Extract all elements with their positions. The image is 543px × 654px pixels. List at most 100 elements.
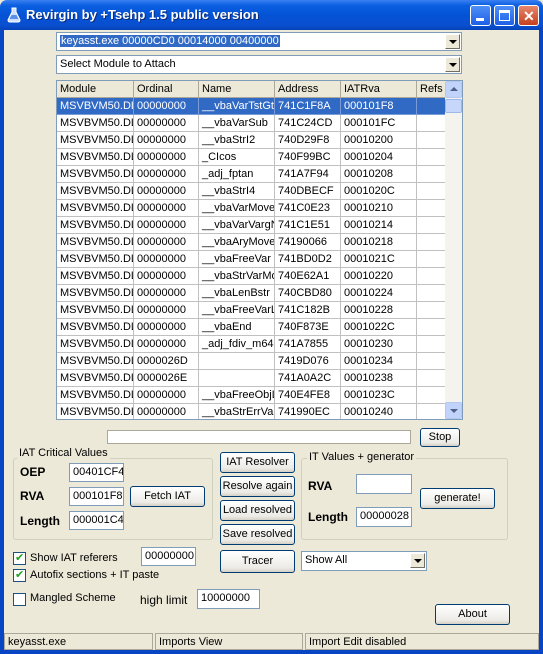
- cell-name: __vbaVarTstGt: [199, 98, 275, 115]
- table-row[interactable]: MSVBVM50.DLL00000000__vbaVarTstGt741C1F8…: [57, 98, 446, 115]
- show-filter-select[interactable]: Show All: [301, 551, 427, 571]
- table-row[interactable]: MSVBVM50.DLL00000000__vbaAryMove74190066…: [57, 234, 446, 251]
- imports-table[interactable]: Module Ordinal Name Address IATRva Refs …: [56, 80, 463, 420]
- cell-iatrva: 00010230: [341, 336, 417, 353]
- table-row[interactable]: MSVBVM50.DLL00000000__vbaStrI4740DBECF00…: [57, 183, 446, 200]
- save-resolved-button[interactable]: Save resolved: [220, 524, 295, 545]
- table-row[interactable]: MSVBVM50.DLL00000000__vbaStrVarMove740E6…: [57, 268, 446, 285]
- mangled-scheme-checkbox[interactable]: [13, 593, 26, 606]
- cell-ordinal: 0000026E: [134, 370, 199, 387]
- column-header-module[interactable]: Module: [57, 81, 134, 98]
- column-header-refs[interactable]: Refs: [417, 81, 446, 98]
- length-field[interactable]: 000001C4: [69, 511, 124, 530]
- cell-module: MSVBVM50.DLL: [57, 149, 134, 166]
- cell-address: 741A7F94: [275, 166, 341, 183]
- cell-module: MSVBVM50.DLL: [57, 234, 134, 251]
- cell-ordinal: 00000000: [134, 149, 199, 166]
- vertical-scrollbar[interactable]: [445, 81, 462, 419]
- it-length-field[interactable]: 00000028: [356, 507, 412, 527]
- table-row[interactable]: MSVBVM50.DLL00000000__vbaStrI2740D29F800…: [57, 132, 446, 149]
- scroll-up-button[interactable]: [445, 81, 462, 98]
- table-row[interactable]: MSVBVM50.DLL00000000__vbaFreeObjList740E…: [57, 387, 446, 404]
- maximize-button[interactable]: [494, 5, 515, 26]
- cell-module: MSVBVM50.DLL: [57, 200, 134, 217]
- cell-address: 740F99BC: [275, 149, 341, 166]
- iat-critical-title: IAT Critical Values: [17, 447, 110, 459]
- table-row[interactable]: MSVBVM50.DLL00000000__vbaFreeVarList741C…: [57, 302, 446, 319]
- scroll-down-button[interactable]: [445, 402, 462, 419]
- cell-refs: [417, 132, 446, 149]
- close-button[interactable]: ✕: [518, 5, 539, 26]
- column-header-iatrva[interactable]: IATRva: [341, 81, 417, 98]
- cell-name: __vbaEnd: [199, 319, 275, 336]
- process-select[interactable]: keyasst.exe 00000CD0 00014000 00400000: [56, 32, 462, 51]
- generate-button[interactable]: generate!: [420, 488, 495, 509]
- it-length-label: Length: [308, 510, 348, 524]
- chevron-down-icon: [450, 409, 458, 413]
- cell-module: MSVBVM50.DLL: [57, 319, 134, 336]
- column-header-address[interactable]: Address: [275, 81, 341, 98]
- length-label: Length: [20, 514, 60, 528]
- cell-iatrva: 0001021C: [341, 251, 417, 268]
- cell-iatrva: 00010240: [341, 404, 417, 419]
- autofix-checkbox[interactable]: [13, 568, 26, 582]
- table-row[interactable]: MSVBVM50.DLL0000026D 7419D07600010234: [57, 353, 446, 370]
- table-row[interactable]: MSVBVM50.DLL00000000__vbaLenBstr740CBD80…: [57, 285, 446, 302]
- iat-resolver-button[interactable]: IAT Resolver: [220, 452, 295, 473]
- about-button[interactable]: About: [435, 604, 510, 625]
- high-limit-label: high limit: [140, 593, 188, 607]
- cell-iatrva: 00010224: [341, 285, 417, 302]
- load-resolved-button[interactable]: Load resolved: [220, 500, 295, 521]
- it-values-title: IT Values + generator: [307, 451, 417, 463]
- show-iat-referers-checkbox[interactable]: [13, 551, 26, 565]
- maximize-icon: [499, 10, 510, 21]
- fetch-iat-button[interactable]: Fetch IAT: [130, 486, 205, 507]
- progress-bar: [107, 430, 411, 444]
- minimize-button[interactable]: [470, 5, 491, 26]
- table-row[interactable]: MSVBVM50.DLL00000000__vbaStrErrVarCopy74…: [57, 404, 446, 419]
- table-row[interactable]: MSVBVM50.DLL00000000__vbaEnd740F873E0001…: [57, 319, 446, 336]
- high-limit-field[interactable]: 10000000: [197, 589, 260, 609]
- cell-ordinal: 00000000: [134, 234, 199, 251]
- module-select-value: Select Module to Attach: [60, 58, 176, 70]
- cell-name: __vbaLenBstr: [199, 285, 275, 302]
- table-row[interactable]: MSVBVM50.DLL00000000__vbaVarMove741C0E23…: [57, 200, 446, 217]
- table-row[interactable]: MSVBVM50.DLL00000000_adj_fptan741A7F9400…: [57, 166, 446, 183]
- cell-ordinal: 00000000: [134, 319, 199, 336]
- cell-module: MSVBVM50.DLL: [57, 336, 134, 353]
- table-row[interactable]: MSVBVM50.DLL00000000_adj_fdiv_m64741A785…: [57, 336, 446, 353]
- mangled-scheme-label: Mangled Scheme: [30, 592, 116, 604]
- app-flask-icon: [7, 7, 21, 23]
- cell-ordinal: 00000000: [134, 336, 199, 353]
- cell-refs: [417, 200, 446, 217]
- cell-name: _CIcos: [199, 149, 275, 166]
- cell-ordinal: 0000026D: [134, 353, 199, 370]
- oep-label: OEP: [20, 465, 46, 479]
- it-rva-field[interactable]: [356, 474, 412, 494]
- resolve-again-button[interactable]: Resolve again: [220, 476, 295, 497]
- table-row[interactable]: MSVBVM50.DLL00000000_CIcos740F99BC000102…: [57, 149, 446, 166]
- cell-name: __vbaStrErrVarCopy: [199, 404, 275, 419]
- tracer-button[interactable]: Tracer: [220, 550, 295, 573]
- chevron-down-icon[interactable]: [445, 34, 460, 49]
- status-view: Imports View: [155, 633, 303, 650]
- cell-address: 740CBD80: [275, 285, 341, 302]
- oep-field[interactable]: 00401CF4: [69, 463, 124, 482]
- table-row[interactable]: MSVBVM50.DLL0000026E 741A0A2C00010238: [57, 370, 446, 387]
- chevron-down-icon[interactable]: [410, 553, 425, 568]
- table-row[interactable]: MSVBVM50.DLL00000000__vbaFreeVar741BD0D2…: [57, 251, 446, 268]
- chevron-up-icon: [450, 87, 458, 91]
- rva-field[interactable]: 000101F8: [69, 487, 124, 506]
- cell-refs: [417, 353, 446, 370]
- table-row[interactable]: MSVBVM50.DLL00000000__vbaVarSub741C24CD0…: [57, 115, 446, 132]
- cell-address: 741C24CD: [275, 115, 341, 132]
- cell-address: 740D29F8: [275, 132, 341, 149]
- chevron-down-icon[interactable]: [445, 57, 460, 72]
- module-select[interactable]: Select Module to Attach: [56, 55, 462, 74]
- stop-button[interactable]: Stop: [420, 428, 460, 447]
- scroll-thumb[interactable]: [445, 99, 462, 113]
- table-row[interactable]: MSVBVM50.DLL00000000__vbaVarVargNofree74…: [57, 217, 446, 234]
- column-header-ordinal[interactable]: Ordinal: [134, 81, 199, 98]
- referers-field[interactable]: 00000000: [141, 547, 196, 566]
- column-header-name[interactable]: Name: [199, 81, 275, 98]
